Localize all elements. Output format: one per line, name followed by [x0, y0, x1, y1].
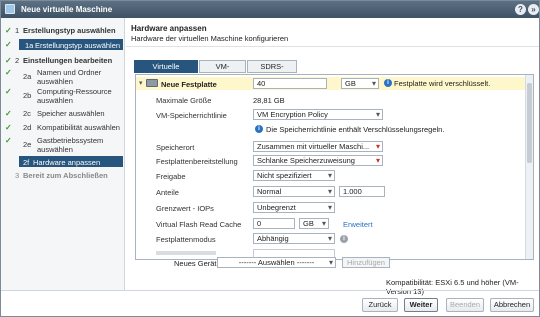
cut-off-row	[156, 251, 216, 255]
step-label: Erstellungstyp auswählen	[23, 26, 116, 35]
step-number: 2d	[23, 123, 32, 132]
step-number: 1	[15, 26, 20, 35]
cancel-button[interactable]: Abbrechen	[490, 298, 534, 312]
info-icon: i	[255, 125, 263, 133]
next-button[interactable]: Weiter	[404, 298, 438, 312]
tab-sdrs-rules[interactable]: SDRS-Regeln	[247, 60, 297, 82]
storage-policy-select[interactable]: VM Encryption Policy	[253, 109, 383, 120]
location-select[interactable]: Zusammen mit virtueller Maschi...	[253, 141, 383, 152]
disk-size-input[interactable]: 40	[253, 78, 327, 89]
wizard-window: Neue virtuelle Maschine ? » ✓ 1 Erstellu…	[0, 0, 540, 317]
sharing-select[interactable]: Nicht spezifiziert	[253, 170, 335, 181]
step-label: Bereit zum Abschließen	[23, 171, 108, 180]
max-size-value: 28,81 GB	[253, 96, 285, 105]
vflash-label: Virtual Flash Read Cache	[156, 220, 242, 229]
add-device-button[interactable]: Hinzufügen	[342, 257, 390, 268]
storage-policy-label: VM-Speicherrichtlinie	[156, 111, 227, 120]
step-3[interactable]: 3 Bereit zum Abschließen	[1, 171, 125, 181]
max-size-label: Maximale Größe	[156, 96, 212, 105]
location-label: Speicherort	[156, 143, 195, 152]
encryption-note: Festplatte wird verschlüsselt.	[394, 79, 491, 88]
shares-input[interactable]: 1.000	[339, 186, 385, 197]
step-label: Erstellungstyp auswählen	[35, 41, 121, 50]
sharing-label: Freigabe	[156, 172, 186, 181]
info-icon: i	[340, 235, 348, 243]
disk-mode-label: Festplattenmodus	[156, 235, 216, 244]
advanced-link[interactable]: Erweitert	[343, 220, 373, 229]
policy-note: Die Speicherrichtlinie enthält Verschlüs…	[266, 125, 445, 134]
step-2[interactable]: ✓ 2 Einstellungen bearbeiten	[1, 56, 125, 66]
provisioning-select[interactable]: Schlanke Speicherzuweisung	[253, 155, 383, 166]
step-number: 2f	[23, 158, 30, 167]
step-label: Speicher auswählen	[37, 109, 105, 118]
cut-off-select	[253, 249, 335, 257]
title-bar: Neue virtuelle Maschine ? »	[1, 1, 539, 18]
step-2f[interactable]: 2f Hardware anpassen	[19, 156, 123, 167]
iops-label: Grenzwert - IOPs	[156, 204, 214, 213]
hard-disk-icon	[146, 79, 158, 87]
step-2c[interactable]: ✓ 2c Speicher auswählen	[1, 109, 125, 119]
tab-virtual-hardware[interactable]: Virtuelle Hardware	[134, 60, 198, 82]
tab-vm-options[interactable]: VM-Optionen	[199, 60, 246, 82]
step-number: 2a	[23, 72, 32, 81]
main-content: Hardware anpassen Hardware der virtuelle…	[126, 18, 539, 296]
page-title: Hardware anpassen	[131, 24, 207, 33]
step-2d[interactable]: ✓ 2d Kompatibilität auswählen	[1, 123, 125, 133]
finish-button[interactable]: Beenden	[446, 298, 484, 312]
check-icon: ✓	[5, 87, 12, 96]
divider	[126, 46, 539, 47]
back-button[interactable]: Zurück	[362, 298, 398, 312]
expand-icon[interactable]: »	[528, 4, 539, 15]
step-2e[interactable]: ✓ 2e Gastbetriebssystem auswählen	[1, 136, 125, 154]
check-icon: ✓	[5, 26, 12, 35]
expand-triangle-icon[interactable]: ▾	[139, 79, 143, 87]
step-number: 3	[15, 171, 20, 180]
step-label: Kompatibilität auswählen	[37, 123, 120, 132]
wizard-steps: ✓ 1 Erstellungstyp auswählen 1a Erstellu…	[1, 18, 125, 290]
step-2b[interactable]: ✓ 2b Computing-Ressource auswählen	[1, 87, 125, 105]
check-icon: ✓	[5, 56, 12, 65]
step-label: Computing-Ressource auswählen	[37, 87, 112, 105]
footer-divider	[1, 290, 539, 291]
panel-scrollbar[interactable]	[525, 75, 533, 259]
check-icon: ✓	[5, 136, 12, 145]
check-icon: ✓	[5, 109, 12, 118]
window-title: Neue virtuelle Maschine	[21, 5, 113, 14]
step-number: 2b	[23, 91, 32, 100]
compatibility-note: Kompatibilität: ESXi 6.5 und höher (VM-V…	[386, 278, 519, 296]
info-icon: i	[384, 79, 392, 87]
step-1[interactable]: ✓ 1 Erstellungstyp auswählen	[1, 26, 125, 36]
disk-unit-select[interactable]: GB	[341, 78, 379, 89]
check-icon: ✓	[5, 68, 12, 77]
vm-icon	[5, 4, 15, 14]
hardware-panel: ▾ Neue Festplatte 40 GB i Festplatte wir…	[135, 74, 534, 260]
provisioning-label: Festplattenbereitstellung	[156, 157, 238, 166]
check-icon: ✓	[5, 123, 12, 132]
new-device-select[interactable]: ------- Auswählen -------	[217, 257, 336, 268]
shares-label: Anteile	[156, 188, 179, 197]
vflash-unit-select[interactable]: GB	[299, 218, 329, 229]
step-label: Einstellungen bearbeiten	[23, 56, 113, 65]
step-label: Gastbetriebssystem auswählen	[37, 136, 104, 154]
check-icon: ✓	[5, 40, 12, 49]
help-icon[interactable]: ?	[515, 4, 526, 15]
scrollbar-thumb[interactable]	[527, 83, 532, 163]
step-number: 2	[15, 56, 20, 65]
step-number: 2c	[23, 109, 31, 118]
new-device-label: Neues Gerät:	[174, 259, 219, 268]
step-label: Hardware anpassen	[33, 158, 101, 167]
shares-select[interactable]: Normal	[253, 186, 335, 197]
disk-label: Neue Festplatte	[161, 80, 217, 89]
page-subtitle: Hardware der virtuellen Maschine konfigu…	[131, 34, 289, 43]
step-label: Namen und Ordner auswählen	[37, 68, 102, 86]
step-1a[interactable]: 1a Erstellungstyp auswählen	[19, 39, 123, 50]
vflash-input[interactable]: 0	[253, 218, 295, 229]
step-2a[interactable]: ✓ 2a Namen und Ordner auswählen	[1, 68, 125, 86]
step-number: 1a	[25, 41, 34, 50]
disk-mode-select[interactable]: Abhängig	[253, 233, 335, 244]
step-number: 2e	[23, 140, 32, 149]
iops-select[interactable]: Unbegrenzt	[253, 202, 335, 213]
